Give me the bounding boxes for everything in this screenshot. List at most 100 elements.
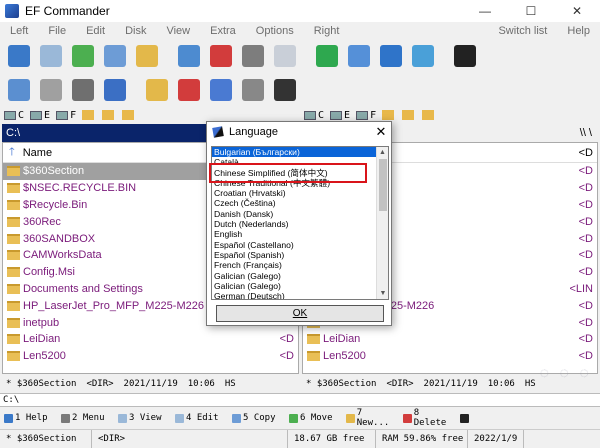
menu-left[interactable]: Left — [0, 25, 38, 37]
fkey-5-button[interactable]: 5 Copy — [228, 413, 285, 423]
sync-button[interactable] — [376, 42, 406, 70]
phone-icon — [460, 413, 469, 423]
doc-icon — [40, 45, 62, 67]
delete-x-button[interactable] — [206, 42, 236, 70]
menu-extra[interactable]: Extra — [200, 25, 246, 37]
monitor-button[interactable] — [408, 42, 438, 70]
network-button[interactable] — [142, 76, 172, 104]
folder-arrow-button[interactable] — [132, 42, 162, 70]
fkey-8-button[interactable]: 8 Delete — [399, 408, 456, 428]
language-option[interactable]: Croatian (Hrvatski) — [212, 188, 377, 198]
info-field: 10:06 — [187, 379, 215, 389]
favorites-button[interactable] — [82, 110, 142, 120]
computer-button[interactable] — [100, 76, 130, 104]
copy-button[interactable] — [100, 42, 130, 70]
menu-disk[interactable]: Disk — [115, 25, 156, 37]
language-option[interactable]: German (Deutsch) — [212, 291, 377, 299]
menu-options[interactable]: Options — [246, 25, 304, 37]
menu-help[interactable]: Help — [557, 25, 600, 37]
menu-right[interactable]: Right — [304, 25, 350, 37]
name-column-header[interactable]: Name — [23, 147, 52, 159]
list-item[interactable]: LeiDian <D — [3, 331, 298, 348]
scroll-thumb[interactable] — [379, 159, 387, 211]
file-name: 360SANDBOX — [23, 232, 96, 245]
folder-icon — [122, 110, 135, 120]
drive-c-button[interactable]: C — [4, 110, 24, 121]
language-option[interactable]: Galician (Galego) — [212, 281, 377, 291]
doc-button[interactable] — [36, 42, 66, 70]
folder-icon — [7, 216, 20, 227]
tools-button[interactable] — [36, 76, 66, 104]
settings-button[interactable] — [4, 76, 34, 104]
block-button[interactable] — [174, 76, 204, 104]
dialog-title: Language — [229, 126, 278, 138]
maximize-button[interactable]: ☐ — [508, 0, 554, 22]
fkey-3-button[interactable]: 3 View — [114, 413, 171, 423]
menu-switch-list[interactable]: Switch list — [488, 25, 557, 37]
search-button[interactable] — [344, 42, 374, 70]
command-line[interactable]: C:\ — [0, 393, 600, 407]
audio-button[interactable] — [270, 76, 300, 104]
phone-button[interactable] — [456, 413, 513, 423]
list-item[interactable]: LeiDian <D — [303, 331, 597, 348]
fkey-4-button[interactable]: 4 Edit — [171, 413, 228, 423]
ok-button[interactable]: OK — [216, 305, 384, 322]
info-button[interactable] — [206, 76, 236, 104]
refresh-button[interactable] — [312, 42, 342, 70]
mag-button[interactable] — [4, 42, 34, 70]
list-item[interactable]: Len5200 <D — [3, 348, 298, 365]
printer-button[interactable] — [238, 42, 268, 70]
status-bar: * $360Section <DIR> 18.67 GB free RAM 59.86… — [0, 429, 600, 448]
language-option[interactable]: Dutch (Nederlands) — [212, 219, 377, 229]
dialog-title-bar: Language ✕ — [207, 122, 391, 142]
scroll-up-icon[interactable]: ▲ — [377, 147, 388, 158]
fkey-7-button[interactable]: 7 New... — [342, 408, 399, 428]
language-option[interactable]: Español (Castellano) — [212, 240, 377, 250]
language-option[interactable]: Danish (Dansk) — [212, 209, 377, 219]
info-field: 2021/11/19 — [123, 379, 178, 389]
ext-column-header[interactable]: <D — [579, 147, 597, 159]
drive-letter: F — [370, 109, 377, 121]
drive-c-button[interactable]: C — [304, 110, 324, 121]
language-option[interactable]: Bulgarian (Български) — [212, 147, 377, 158]
drive-f-button[interactable]: F — [356, 110, 376, 121]
search-icon — [348, 45, 370, 67]
drive-letter: F — [70, 109, 77, 121]
drive-button[interactable] — [238, 76, 268, 104]
language-option[interactable]: Czech (Čeština) — [212, 198, 377, 208]
fkey-2-button[interactable]: 2 Menu — [57, 413, 114, 423]
window-title: EF Commander — [25, 4, 110, 18]
doc-plus-button[interactable] — [68, 42, 98, 70]
list-scrollbar[interactable]: ▲ ▼ — [376, 147, 388, 299]
favorites-button[interactable] — [382, 110, 442, 120]
drive-f-button[interactable]: F — [56, 110, 76, 121]
menu-file[interactable]: File — [38, 25, 76, 37]
card-button[interactable] — [270, 42, 300, 70]
language-option[interactable]: French (Français) — [212, 260, 377, 270]
folder-icon — [7, 317, 20, 328]
file-type: <D — [578, 350, 593, 363]
pen-icon — [212, 126, 224, 138]
drive-icon — [56, 110, 69, 120]
language-option[interactable]: English — [212, 229, 377, 239]
list-item[interactable]: Len5200 <D — [303, 348, 597, 365]
fkey-label: 3 View — [129, 413, 162, 423]
drive-icon — [356, 110, 369, 120]
terminal-button[interactable] — [450, 42, 480, 70]
drive-e-button[interactable]: E — [330, 110, 350, 121]
delete-x-icon — [210, 45, 232, 67]
menu-edit[interactable]: Edit — [76, 25, 115, 37]
language-option[interactable]: Galician (Galego) — [212, 271, 377, 281]
folder-icon — [7, 267, 20, 278]
drive-e-button[interactable]: E — [30, 110, 50, 121]
menu-view[interactable]: View — [156, 25, 200, 37]
close-button[interactable]: ✕ — [554, 0, 600, 22]
scroll-down-icon[interactable]: ▼ — [377, 288, 388, 299]
language-option[interactable]: Español (Spanish) — [212, 250, 377, 260]
dialog-close-button[interactable]: ✕ — [371, 124, 391, 140]
minimize-button[interactable]: — — [462, 0, 508, 22]
recycle-button[interactable] — [68, 76, 98, 104]
fkey-1-button[interactable]: 1 Help — [0, 413, 57, 423]
move-button[interactable] — [174, 42, 204, 70]
fkey-6-button[interactable]: 6 Move — [285, 413, 342, 423]
